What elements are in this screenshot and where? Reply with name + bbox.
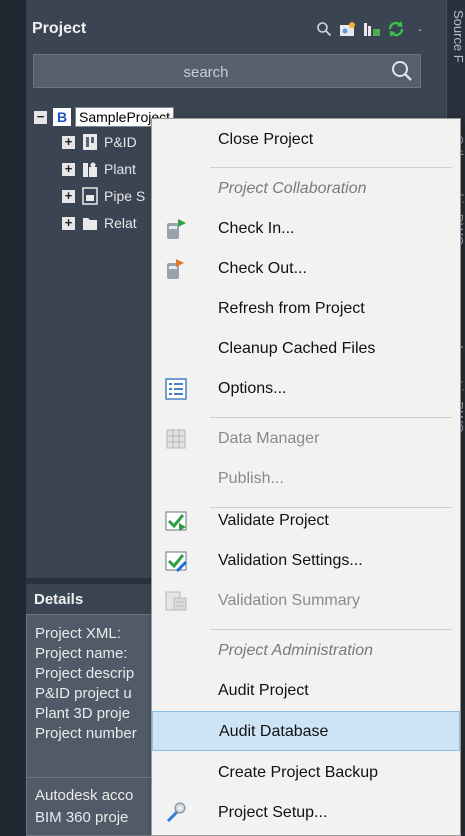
menu-item-publish[interactable]: Publish... (152, 459, 460, 499)
menu-item-audit-project[interactable]: Audit Project (152, 671, 460, 711)
validation-settings-icon (165, 551, 188, 573)
tree-item-label: Pipe S (104, 188, 146, 204)
tree-item-label: Plant (104, 161, 136, 177)
tree-item-label: P&ID (104, 134, 137, 150)
pipe-spec-icon (82, 187, 98, 205)
tree-item-related-files[interactable]: + Relat (62, 212, 137, 234)
search-icon[interactable] (315, 20, 333, 38)
plant-icon (83, 162, 97, 177)
menu-item-check-out[interactable]: Check Out... (152, 249, 460, 289)
detail-row: P&ID project u (35, 685, 132, 702)
detail-row: Autodesk acco (35, 787, 134, 804)
panel-title: Project (32, 20, 87, 37)
menu-header-project-collaboration: Project Collaboration (218, 180, 367, 197)
expand-toggle[interactable]: + (62, 216, 75, 230)
menu-item-close-project[interactable]: Close Project (152, 120, 460, 160)
manager-icon[interactable] (363, 20, 381, 38)
menu-item-validate-project[interactable]: Validate Project (152, 501, 460, 541)
more-icon[interactable]: · (411, 20, 429, 38)
expand-toggle[interactable]: + (62, 135, 75, 149)
menu-separator (210, 167, 452, 168)
check-out-icon (167, 259, 184, 279)
detail-row: Project name: (35, 645, 128, 662)
menu-separator (210, 417, 452, 418)
detail-row: Project descrip (35, 665, 135, 682)
expand-toggle[interactable]: + (62, 162, 75, 176)
project-badge-icon: B (53, 108, 71, 126)
validate-project-icon (165, 511, 187, 531)
tree-item-pipe-spec[interactable]: + Pipe S (62, 185, 145, 207)
tree-item-pid[interactable]: + P&ID (62, 131, 137, 153)
related-files-icon (83, 218, 97, 230)
menu-item-create-project-backup[interactable]: Create Project Backup (152, 753, 460, 793)
data-manager-icon (166, 429, 186, 449)
panel-header: Project · (26, 10, 431, 48)
context-menu: Close Project Project Collaboration Chec… (151, 118, 461, 836)
menu-header-project-administration: Project Administration (218, 642, 374, 659)
project-setup-icon (166, 802, 186, 823)
project-photo-icon[interactable] (339, 20, 357, 38)
menu-item-validation-summary[interactable]: Validation Summary (152, 581, 460, 621)
menu-item-cleanup-cached-files[interactable]: Cleanup Cached Files (152, 329, 460, 369)
tree-item-label: Relat (104, 215, 137, 231)
menu-item-audit-database[interactable]: Audit Database (152, 711, 460, 751)
pid-icon (83, 134, 97, 150)
window-edge (0, 0, 26, 836)
details-title: Details (34, 591, 84, 608)
expand-toggle[interactable]: + (62, 189, 75, 203)
menu-separator (210, 629, 452, 630)
search-icon[interactable] (390, 59, 414, 83)
refresh-icon[interactable] (387, 20, 405, 38)
search-box (33, 54, 421, 89)
options-icon (165, 378, 187, 400)
detail-row: Project XML: (35, 625, 121, 642)
validation-summary-icon (165, 591, 187, 611)
detail-row: BIM 360 proje (35, 809, 129, 826)
tab-source-files[interactable]: Source F (447, 10, 465, 90)
menu-item-check-in[interactable]: Check In... (152, 209, 460, 249)
menu-item-data-manager[interactable]: Data Manager (152, 419, 460, 459)
menu-item-options[interactable]: Options... (152, 369, 460, 409)
menu-item-validation-settings[interactable]: Validation Settings... (152, 541, 460, 581)
detail-row: Project number (35, 725, 137, 742)
search-input[interactable] (34, 55, 378, 89)
menu-item-refresh-from-project[interactable]: Refresh from Project (152, 289, 460, 329)
collapse-toggle[interactable]: − (34, 110, 47, 124)
menu-item-project-setup[interactable]: Project Setup... (152, 793, 460, 833)
check-in-icon (167, 219, 186, 239)
tree-item-plant[interactable]: + Plant (62, 158, 136, 180)
detail-row: Plant 3D proje (35, 705, 131, 722)
